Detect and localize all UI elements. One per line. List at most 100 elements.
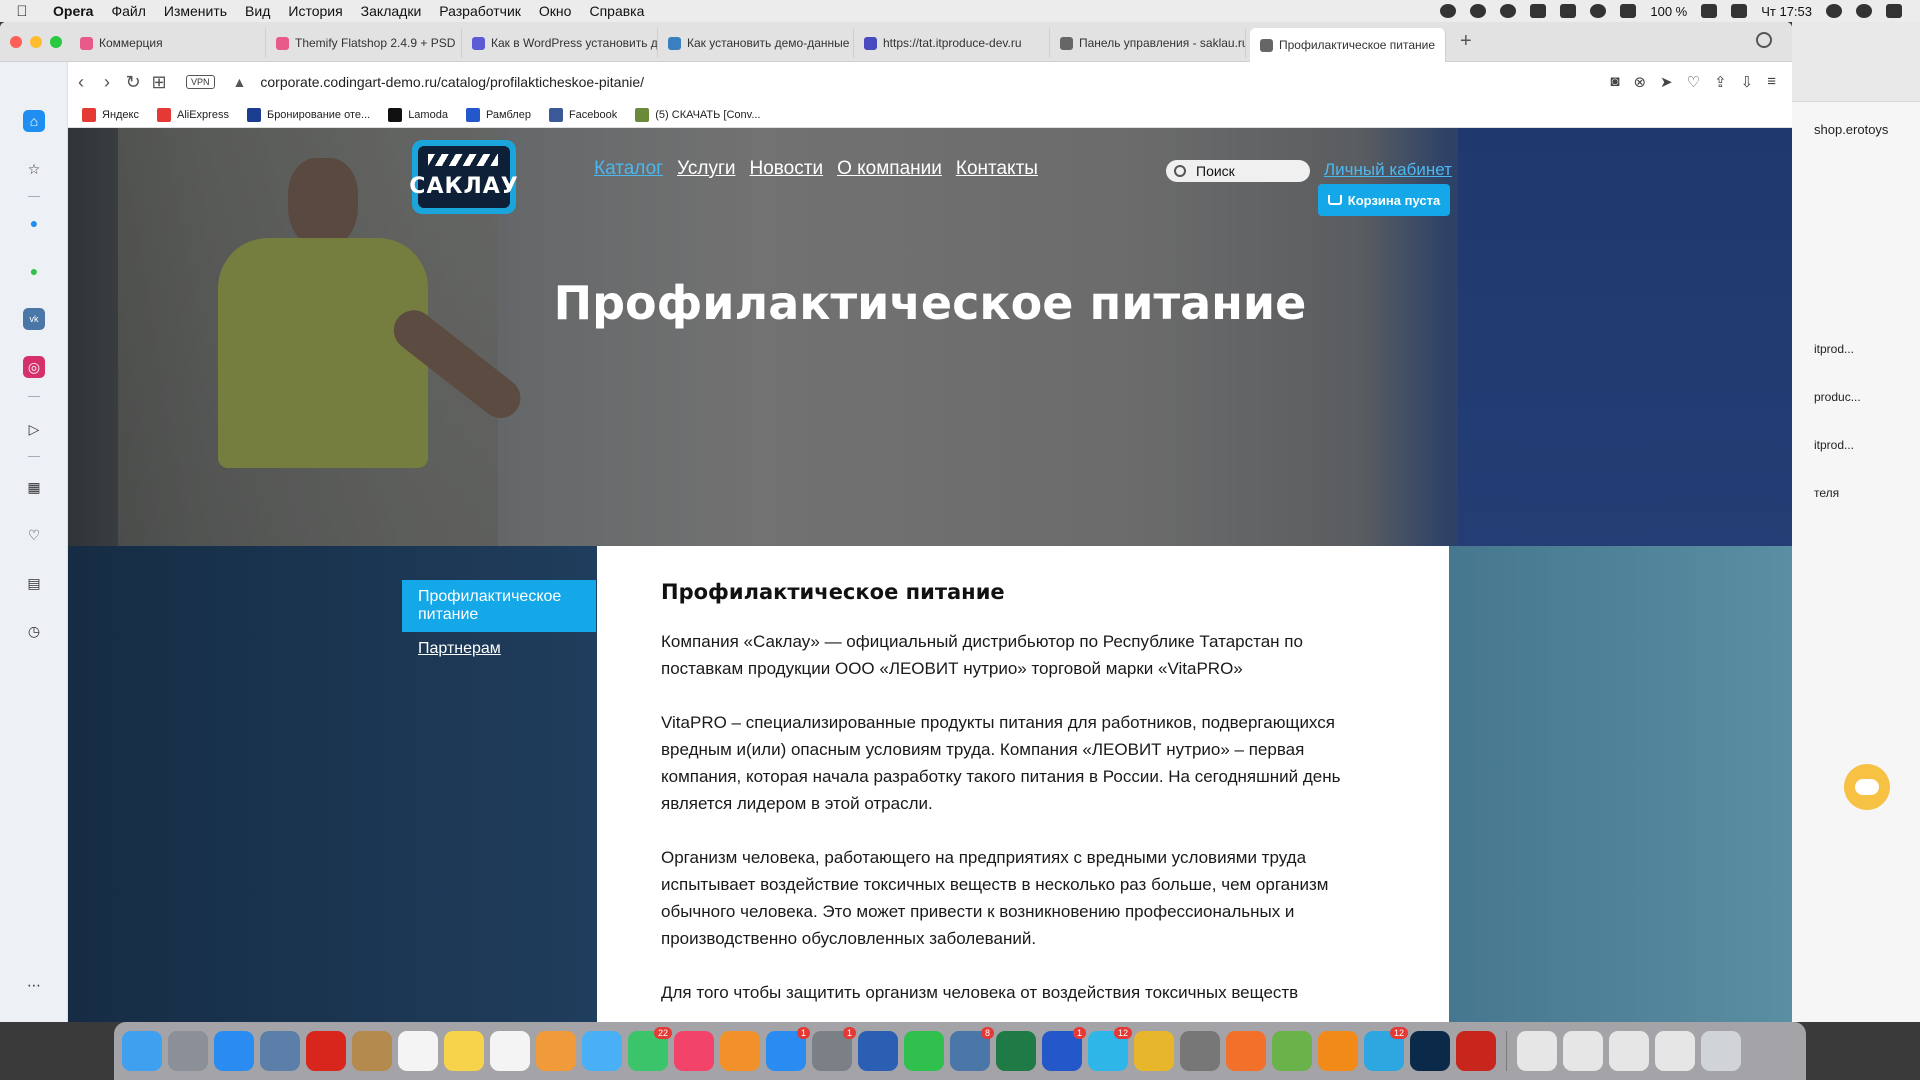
share-icon[interactable]: ⇪ (1714, 73, 1727, 91)
menu-icon[interactable]: ≡ (1767, 73, 1776, 91)
bookmark-yandex[interactable]: Яндекс (82, 107, 139, 122)
dock-disk-utility-icon[interactable] (1180, 1031, 1220, 1071)
dock-whatsapp-icon[interactable] (904, 1031, 944, 1071)
download-icon[interactable]: ⇩ (1741, 73, 1754, 91)
dock-utorrent-icon[interactable] (1272, 1031, 1312, 1071)
bookmark-heart-icon[interactable]: ♡ (1687, 73, 1700, 91)
send-icon[interactable]: ▷ (23, 418, 45, 440)
whatsapp-icon[interactable]: ● (23, 260, 45, 282)
news-icon[interactable]: ▤ (23, 572, 45, 594)
cart-button[interactable]: Корзина пуста (1318, 184, 1450, 216)
dock-safari-icon[interactable] (214, 1031, 254, 1071)
menu-window[interactable]: Окно (530, 3, 581, 19)
tab-themify[interactable]: Themify Flatshop 2.4.9 + PSD (266, 28, 462, 58)
bookmark-download[interactable]: (5) СКАЧАТЬ [Conv... (635, 107, 761, 122)
dock-music-icon[interactable] (674, 1031, 714, 1071)
minimize-window-button[interactable] (30, 36, 42, 48)
menu-view[interactable]: Вид (236, 3, 279, 19)
tab-admin-panel[interactable]: Панель управления - saklau.ru (1050, 28, 1246, 58)
site-logo[interactable]: САКЛАУ (409, 140, 518, 214)
dock-word-icon[interactable] (858, 1031, 898, 1071)
dock-notes-icon[interactable] (444, 1031, 484, 1071)
reload-icon[interactable]: ↻ (120, 72, 146, 93)
url-field[interactable]: corporate.codingart-demo.ru/catalog/prof… (260, 74, 644, 90)
dock-finder-icon[interactable] (122, 1031, 162, 1071)
dock-telegram-icon[interactable]: 12 (1364, 1027, 1408, 1071)
dock-photoshop-icon[interactable] (1410, 1031, 1450, 1071)
tab-wordpress[interactable]: Как в WordPress установить д (462, 28, 658, 58)
dock-files-2-icon[interactable] (1563, 1031, 1603, 1071)
forward-icon[interactable]: › (94, 72, 120, 93)
bookmark-lamoda[interactable]: Lamoda (388, 107, 448, 122)
dock-chrome-icon[interactable] (1134, 1031, 1174, 1071)
menu-edit[interactable]: Изменить (155, 3, 236, 19)
creative-cloud-icon[interactable] (1500, 4, 1517, 18)
dock-app-store-icon[interactable]: 1 (766, 1027, 810, 1071)
menu-bookmarks[interactable]: Закладки (352, 3, 431, 19)
clock[interactable]: Чт 17:53 (1761, 4, 1812, 19)
instagram-icon[interactable]: ◎ (23, 356, 45, 378)
sync-icon[interactable] (1530, 4, 1547, 18)
bookmark-facebook[interactable]: Facebook (548, 107, 617, 122)
heart-icon[interactable]: ♡ (23, 524, 45, 546)
tab-search-icon[interactable] (1756, 32, 1772, 48)
home-icon[interactable]: ⌂ (23, 110, 45, 132)
dock-mail-stamp-icon[interactable] (260, 1031, 300, 1071)
close-window-button[interactable] (10, 36, 22, 48)
tab-itproduce[interactable]: https://tat.itproduce-dev.ru (854, 28, 1050, 58)
notification-center-icon[interactable] (1886, 4, 1902, 18)
siri-icon[interactable] (1856, 4, 1872, 18)
nav-news[interactable]: Новости (750, 158, 824, 180)
bluetooth-icon[interactable] (1590, 4, 1607, 18)
history-clock-icon[interactable]: ◷ (23, 620, 45, 642)
adblock-icon[interactable]: ⊗ (1633, 73, 1646, 91)
not-secure-warning-icon[interactable]: ▲ (233, 74, 247, 90)
spotlight-icon[interactable] (1826, 4, 1842, 18)
new-tab-button[interactable]: + (1460, 30, 1472, 53)
tabs-grid-icon[interactable]: ⊞ (146, 72, 172, 93)
menu-help[interactable]: Справка (580, 3, 653, 19)
airplay-icon[interactable] (1560, 4, 1577, 18)
dock-filezilla-icon[interactable] (1456, 1031, 1496, 1071)
dock-photos-icon[interactable] (536, 1031, 576, 1071)
nav-catalog[interactable]: Каталог (594, 158, 663, 180)
tab-demo-data[interactable]: Как установить демо-данные (658, 28, 854, 58)
tab-commerce[interactable]: Коммерция (70, 28, 266, 58)
flow-send-icon[interactable]: ➤ (1660, 73, 1673, 91)
dock-notes-brown-icon[interactable] (352, 1031, 392, 1071)
battery-icon[interactable] (1701, 4, 1718, 18)
dock-calendar-icon[interactable] (398, 1031, 438, 1071)
dock-system-preferences-icon[interactable]: 1 (812, 1027, 856, 1071)
nav-services[interactable]: Услуги (677, 158, 735, 180)
zoom-window-button[interactable] (50, 36, 62, 48)
chat-widget-icon[interactable] (1844, 764, 1890, 810)
menu-app[interactable]: Opera (44, 3, 102, 19)
menu-developer[interactable]: Разработчик (430, 3, 530, 19)
dock-files-4-icon[interactable] (1655, 1031, 1695, 1071)
bookmark-booking[interactable]: Бронирование оте... (246, 107, 370, 122)
messenger-icon[interactable]: ● (23, 212, 45, 234)
dock-firefox-icon[interactable] (1226, 1031, 1266, 1071)
dock-files-1-icon[interactable] (1517, 1031, 1557, 1071)
dock-launchpad-icon[interactable] (168, 1031, 208, 1071)
dock-trash-icon[interactable] (1701, 1031, 1741, 1071)
dock-files-3-icon[interactable] (1609, 1031, 1649, 1071)
back-icon[interactable]: ‹ (68, 72, 94, 93)
side-menu-item-prophylactic[interactable]: Профилактическое питание (402, 580, 596, 632)
account-link[interactable]: Личный кабинет (1324, 160, 1452, 180)
vpn-badge[interactable]: VPN (186, 75, 215, 89)
dock-bitrix24-icon[interactable]: 12 (1088, 1027, 1132, 1071)
camera-icon[interactable]: ◙ (1610, 73, 1619, 91)
dock-reminders-icon[interactable] (490, 1031, 530, 1071)
nav-contacts[interactable]: Контакты (956, 158, 1038, 180)
wifi-icon[interactable] (1620, 4, 1637, 18)
dock-vlc-icon[interactable] (1318, 1031, 1358, 1071)
dock-books-icon[interactable] (720, 1031, 760, 1071)
menu-file[interactable]: Файл (102, 3, 154, 19)
vk-icon[interactable]: vk (23, 308, 45, 330)
menu-history[interactable]: История (279, 3, 351, 19)
search-input[interactable]: Поиск (1166, 160, 1310, 182)
bookmark-rambler[interactable]: Рамблер (465, 107, 531, 122)
vk-status-icon[interactable] (1440, 4, 1457, 18)
star-icon[interactable]: ☆ (23, 158, 45, 180)
